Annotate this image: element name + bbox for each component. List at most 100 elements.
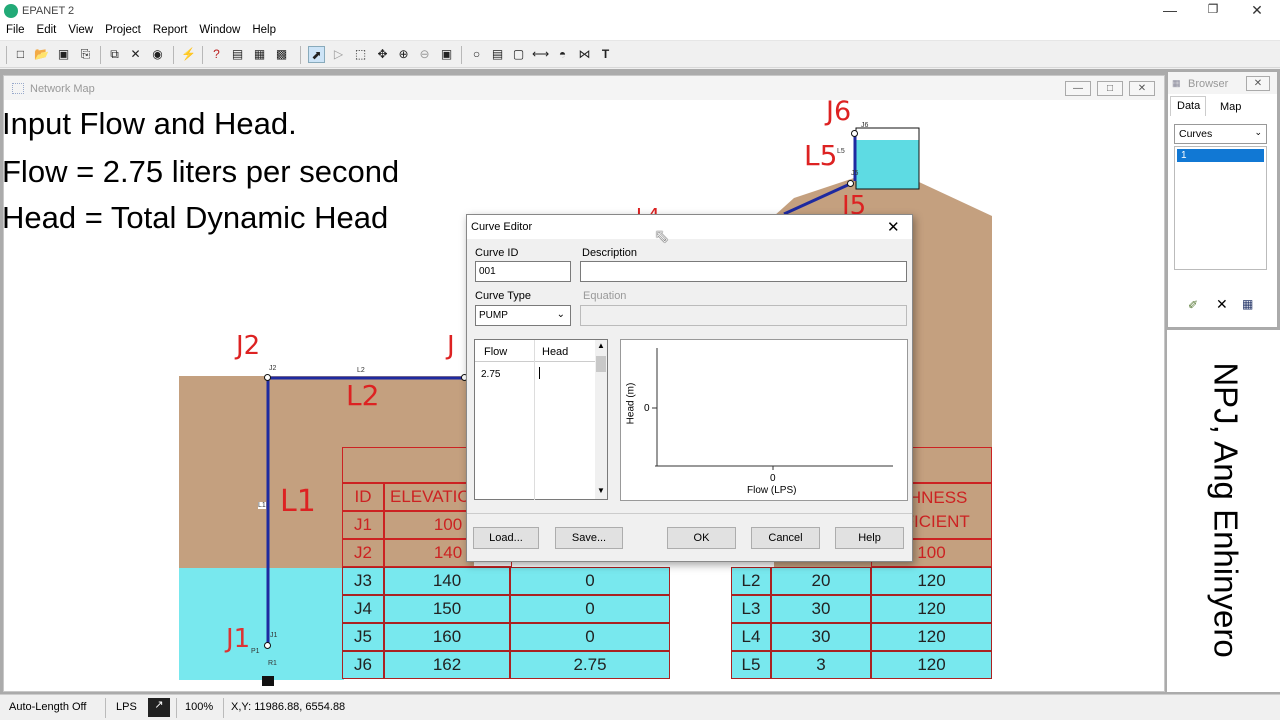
description-label: Description [582, 247, 638, 259]
menu-project[interactable]: Project [99, 22, 147, 36]
jt-cell: 162 [384, 651, 510, 679]
grid-header: Flow Head [475, 340, 595, 500]
cancel-button[interactable]: Cancel [751, 527, 820, 549]
save-button[interactable]: Save... [555, 527, 623, 549]
jt-cell: 0 [510, 567, 670, 595]
app-title: EPANET 2 [22, 5, 75, 17]
curve-id-label: Curve ID [475, 247, 519, 259]
label-l1: L1 [280, 484, 316, 519]
node-j1[interactable] [264, 642, 271, 649]
valve-icon[interactable]: ⋈ [576, 46, 593, 63]
restore-button[interactable]: ❐ [1193, 2, 1233, 20]
help-button[interactable]: Help [835, 527, 904, 549]
scroll-thumb[interactable] [596, 356, 606, 372]
full-extent-icon[interactable]: ▣ [438, 46, 455, 63]
select-icon[interactable]: ⬈ [308, 46, 325, 63]
add-icon[interactable]: ✐ [1188, 298, 1198, 312]
scroll-up-icon[interactable]: ▲ [597, 341, 605, 350]
equation-label: Equation [583, 290, 627, 302]
curve-plot: 0 0 Flow (LPS) Head (m) [620, 339, 908, 501]
tank-fill [856, 140, 919, 189]
grid-scrollbar[interactable]: ▲ ▼ [595, 340, 607, 499]
plot-y-tick: 0 [644, 403, 650, 414]
graph-icon[interactable]: ▤ [229, 46, 246, 63]
node-j6[interactable] [851, 130, 858, 137]
zoom-in-icon[interactable]: ⊕ [395, 46, 412, 63]
jt-cell: J2 [342, 539, 384, 567]
plot-axes [652, 348, 893, 470]
pump-icon[interactable]: ◓ [554, 46, 571, 63]
node-j2[interactable] [264, 374, 271, 381]
label-icon[interactable]: T [597, 46, 614, 63]
reservoir-icon[interactable]: ▤ [489, 46, 506, 63]
jt-cell: J6 [342, 651, 384, 679]
tank-icon[interactable]: ▢ [510, 46, 527, 63]
chevron-down-icon: ⌄ [556, 309, 565, 320]
zoom-status: 100% [185, 701, 214, 713]
run-status-icon: ↗ [148, 698, 170, 717]
flow-units-status: LPS [116, 701, 137, 713]
grid-cell-flow[interactable]: 2.75 [481, 369, 500, 380]
pt-cell: L2 [731, 567, 771, 595]
jt-cell: J1 [342, 511, 384, 539]
query-icon[interactable]: ? [208, 46, 225, 63]
tab-data[interactable]: Data [1170, 96, 1206, 116]
menu-report[interactable]: Report [147, 22, 194, 36]
browser-icon: ▦ [1172, 78, 1181, 88]
curve-id-input[interactable]: 001 [475, 261, 571, 282]
copy-icon[interactable]: ⧉ [106, 46, 123, 63]
menu-bar: File Edit View Project Report Window Help [0, 22, 1280, 40]
scroll-down-icon[interactable]: ▼ [597, 486, 605, 495]
save-icon[interactable]: ▣ [55, 46, 72, 63]
print-icon[interactable]: ⎘ [77, 46, 94, 63]
tab-map[interactable]: Map [1210, 98, 1250, 116]
options-icon[interactable]: ▩ [273, 46, 290, 63]
browser-list-item[interactable]: 1 [1177, 149, 1264, 162]
menu-help[interactable]: Help [246, 22, 282, 36]
grid-header-flow: Flow [484, 346, 508, 358]
pt-cell: L4 [731, 623, 771, 651]
run-icon[interactable]: ⚡ [180, 46, 197, 63]
new-icon[interactable]: □ [12, 46, 29, 63]
delete-icon[interactable]: ✕ [127, 46, 144, 63]
node-j5[interactable] [847, 180, 854, 187]
pipe-icon[interactable]: ⟷ [532, 46, 549, 63]
vertex-icon[interactable]: ▷ [330, 46, 347, 63]
auto-length-status[interactable]: Auto-Length Off [9, 701, 86, 713]
menu-window[interactable]: Window [193, 22, 246, 36]
dialog-close-icon[interactable]: ✕ [887, 218, 900, 236]
chevron-down-icon: ⌄ [1254, 127, 1262, 137]
jt-header-id: ID [342, 483, 384, 511]
open-icon[interactable]: 📂 [33, 46, 50, 63]
curve-type-select[interactable]: PUMP ⌄ [475, 305, 571, 326]
tag-j5: J5 [851, 170, 859, 177]
pan-icon[interactable]: ✥ [374, 46, 391, 63]
plot-y-label: Head (m) [625, 382, 637, 425]
select-region-icon[interactable]: ⬚ [352, 46, 369, 63]
zoom-out-icon[interactable]: ⊖ [416, 46, 433, 63]
browser-close-button[interactable]: ✕ [1246, 76, 1270, 91]
browser-category-value: Curves [1179, 128, 1213, 140]
load-button[interactable]: Load... [473, 527, 539, 549]
ok-button[interactable]: OK [667, 527, 736, 549]
jt-cell: 160 [384, 623, 510, 651]
tag-j6: J6 [861, 122, 869, 129]
edit-icon[interactable]: ▦ [1242, 297, 1253, 311]
browser-category-select[interactable]: Curves ⌄ [1174, 124, 1267, 144]
menu-file[interactable]: File [0, 22, 31, 36]
menu-view[interactable]: View [62, 22, 99, 36]
minimize-button[interactable]: — [1150, 2, 1190, 20]
label-j1: J1 [226, 624, 251, 654]
menu-edit[interactable]: Edit [31, 22, 63, 36]
instruction-line-1: Input Flow and Head. [2, 106, 297, 141]
delete-icon[interactable]: ✕ [1216, 296, 1228, 313]
junction-icon[interactable]: ○ [468, 46, 485, 63]
find-icon[interactable]: ◉ [149, 46, 166, 63]
close-button[interactable]: ✕ [1237, 2, 1277, 20]
pt-cell: 30 [771, 595, 871, 623]
description-input[interactable] [580, 261, 907, 282]
curve-type-label: Curve Type [475, 290, 532, 302]
pt-cell: 120 [871, 623, 992, 651]
grid-cell-head[interactable] [536, 364, 594, 382]
table-icon[interactable]: ▦ [251, 46, 268, 63]
